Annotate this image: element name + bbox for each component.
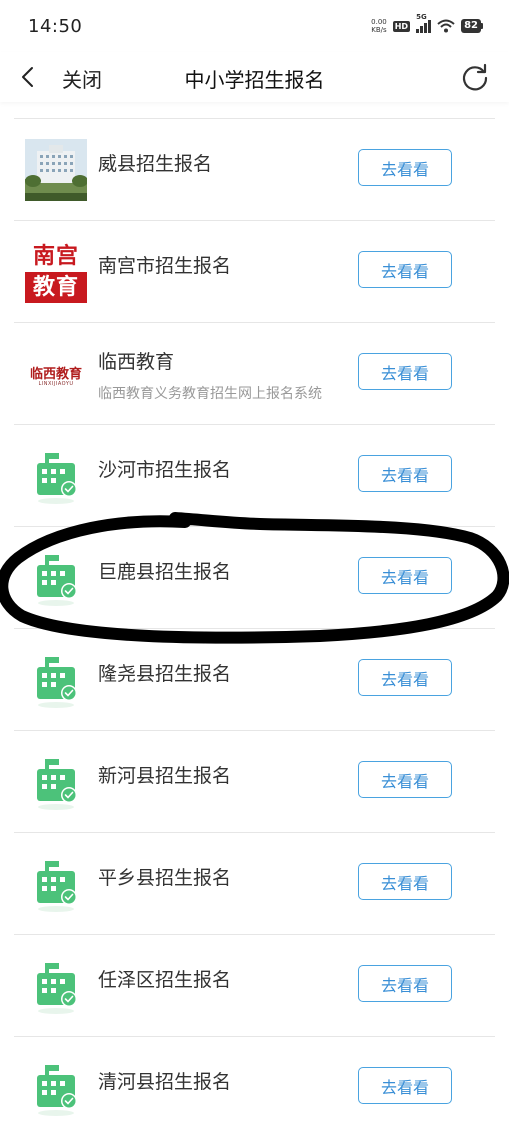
logo-text-bottom: 教育 [25,272,87,303]
refresh-icon[interactable] [459,61,491,93]
school-icon [25,649,87,711]
status-icons: 0.00 KB/s HD 5G 82 [371,13,483,34]
view-button[interactable]: 去看看 [358,761,452,798]
item-title: 沙河市招生报名 [98,459,232,481]
list-item[interactable]: 任泽区招生报名 去看看 [14,935,495,1037]
item-title: 任泽区招生报名 [98,969,232,991]
list-item[interactable]: 威县招生报名 去看看 [14,119,495,221]
hd-icon: HD [392,20,411,32]
view-button[interactable]: 去看看 [358,1067,452,1104]
school-icon [25,547,87,609]
view-button[interactable]: 去看看 [358,251,452,288]
view-button[interactable]: 去看看 [358,455,452,492]
list-item[interactable]: 南宫 教育 南宫市招生报名 去看看 [14,221,495,323]
signal-icon: 5G [416,13,432,33]
status-bar: 14:50 0.00 KB/s HD 5G 82 [0,0,509,52]
linxi-education-logo-icon: 临西教育 LINXIJIAOYU [25,343,87,405]
item-title: 巨鹿县招生报名 [98,561,232,583]
item-title: 新河县招生报名 [98,765,232,787]
view-button[interactable]: 去看看 [358,965,452,1002]
battery-icon: 82 [461,19,483,33]
status-time: 14:50 [28,15,83,37]
network-speed-unit: KB/s [371,26,387,34]
building-photo-icon [25,139,87,201]
list-item[interactable]: 巨鹿县招生报名 去看看 [14,527,495,629]
school-icon [25,751,87,813]
logo-text-top: 南宫 [32,244,79,269]
item-title: 威县招生报名 [98,153,213,175]
school-icon [25,955,87,1017]
view-button[interactable]: 去看看 [358,659,452,696]
view-button[interactable]: 去看看 [358,149,452,186]
view-button[interactable]: 去看看 [358,353,452,390]
logo-text: 临西教育 [29,367,82,382]
list-top-divider [14,102,495,119]
network-speed: 0.00 KB/s [371,18,387,34]
school-icon [25,853,87,915]
list-item[interactable]: 临西教育 LINXIJIAOYU 临西教育 临西教育义务教育招生网上报名系统 去… [14,323,495,425]
list-item[interactable]: 隆尧县招生报名 去看看 [14,629,495,731]
item-title: 隆尧县招生报名 [98,663,232,685]
item-title: 临西教育 [98,351,175,373]
item-subtitle: 临西教育义务教育招生网上报名系统 [98,386,322,402]
list-item[interactable]: 新河县招生报名 去看看 [14,731,495,833]
signal-label: 5G [416,13,427,21]
item-title: 清河县招生报名 [98,1071,232,1093]
list-item[interactable]: 清河县招生报名 去看看 [14,1037,495,1131]
enrollment-list: 威县招生报名 去看看 南宫 教育 南宫市招生报名 去看看 临西教育 LINXIJ… [14,102,495,1131]
nangong-education-logo-icon: 南宫 教育 [25,241,87,303]
wifi-icon [437,19,455,33]
page-title: 中小学招生报名 [184,68,325,92]
logo-subtext: LINXIJIAOYU [38,381,74,387]
network-speed-value: 0.00 [371,18,387,26]
list-item[interactable]: 沙河市招生报名 去看看 [14,425,495,527]
item-title: 南宫市招生报名 [98,255,232,277]
school-icon [25,1057,87,1119]
list-item[interactable]: 平乡县招生报名 去看看 [14,833,495,935]
view-button[interactable]: 去看看 [358,863,452,900]
view-button[interactable]: 去看看 [358,557,452,594]
battery-level: 82 [461,19,481,33]
item-title: 平乡县招生报名 [98,867,232,889]
nav-bar: 关闭 中小学招生报名 [0,52,509,102]
school-icon [25,445,87,507]
